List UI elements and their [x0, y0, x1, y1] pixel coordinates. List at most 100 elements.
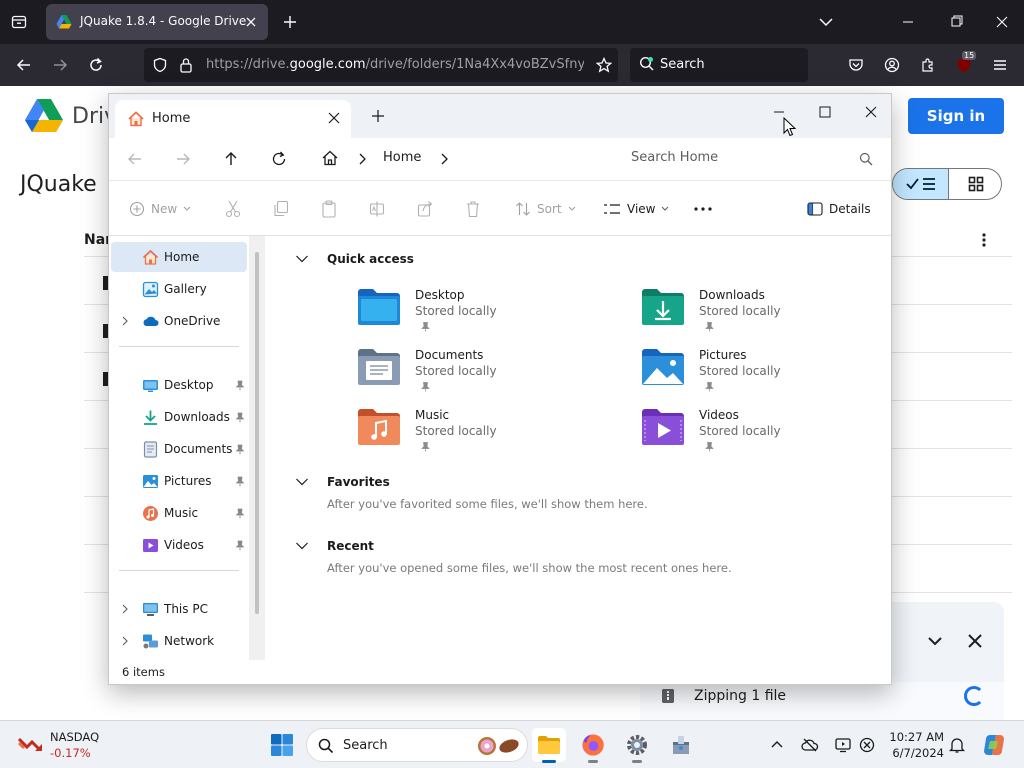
- forward-arrow-icon[interactable]: [49, 54, 71, 76]
- shield-icon[interactable]: [152, 57, 168, 73]
- home-icon[interactable]: [321, 149, 339, 167]
- chevron-right-icon[interactable]: [439, 152, 449, 166]
- clock-time[interactable]: 10:27 AM: [886, 730, 944, 744]
- chevron-right-icon[interactable]: [357, 152, 367, 166]
- taskbar-file-explorer[interactable]: [532, 728, 566, 763]
- taskbar-search-box[interactable]: Search: [306, 728, 528, 762]
- chevron-right-icon[interactable]: [121, 316, 129, 326]
- chevron-right-icon[interactable]: [121, 604, 129, 614]
- chevron-down-icon[interactable]: [816, 12, 836, 32]
- notification-bell-icon[interactable]: [948, 736, 966, 754]
- taskbar-firefox[interactable]: [576, 728, 610, 763]
- cut-icon[interactable]: [225, 200, 241, 218]
- list-view-button[interactable]: [893, 169, 948, 199]
- address-bar[interactable]: https://drive.google.com/drive/folders/1…: [144, 48, 618, 82]
- nav-item-downloads[interactable]: Downloads: [111, 402, 247, 432]
- nav-item-network[interactable]: Network: [111, 626, 247, 656]
- copilot-icon[interactable]: [982, 733, 1006, 757]
- bookmark-star-icon[interactable]: [596, 57, 612, 73]
- close-icon[interactable]: [966, 632, 984, 650]
- quick-access-item-pictures[interactable]: Pictures Stored locally: [641, 348, 891, 404]
- close-tab-icon[interactable]: [242, 13, 260, 31]
- back-arrow-icon[interactable]: [13, 54, 35, 76]
- maximize-icon[interactable]: [815, 102, 835, 122]
- nav-item-documents[interactable]: Documents: [111, 434, 247, 464]
- extensions-icon[interactable]: [917, 54, 939, 76]
- paste-icon[interactable]: [321, 200, 337, 218]
- stock-name[interactable]: NASDAQ: [50, 730, 99, 744]
- chevron-down-icon[interactable]: [926, 632, 944, 650]
- view-button[interactable]: View: [603, 200, 669, 218]
- quick-access-item-videos[interactable]: Videos Stored locally: [641, 408, 891, 464]
- clock-date[interactable]: 6/7/2024: [886, 746, 944, 760]
- recent-header[interactable]: Recent: [295, 537, 495, 557]
- chevron-down-icon[interactable]: [295, 254, 309, 264]
- pin-icon[interactable]: [235, 380, 245, 391]
- forward-arrow-icon[interactable]: [173, 149, 193, 169]
- account-icon[interactable]: [881, 54, 903, 76]
- browser-tab-active[interactable]: JQuake 1.8.4 - Google Drive: [46, 4, 268, 40]
- more-options-icon[interactable]: [693, 200, 713, 218]
- taskbar-app[interactable]: [664, 728, 698, 762]
- reload-icon[interactable]: [85, 54, 107, 76]
- lock-icon[interactable]: [179, 57, 193, 73]
- hamburger-menu-icon[interactable]: [989, 54, 1011, 76]
- sort-button[interactable]: Sort: [515, 200, 576, 218]
- nav-item-onedrive[interactable]: OneDrive: [111, 306, 247, 336]
- window-close-icon[interactable]: [990, 12, 1014, 32]
- nav-item-music[interactable]: Music: [111, 498, 247, 528]
- grid-view-button[interactable]: [948, 169, 1001, 199]
- nav-item-videos[interactable]: Videos: [111, 530, 247, 560]
- chevron-right-icon[interactable]: [121, 636, 129, 646]
- nav-item-gallery[interactable]: Gallery: [111, 274, 247, 304]
- windows-start-icon[interactable]: [270, 733, 294, 757]
- quick-access-header[interactable]: Quick access: [295, 250, 495, 270]
- quick-access-item-music[interactable]: Music Stored locally: [357, 408, 617, 464]
- tab-list-icon[interactable]: [8, 11, 30, 33]
- up-arrow-icon[interactable]: [221, 149, 241, 169]
- pin-icon[interactable]: [235, 444, 245, 455]
- quick-access-item-downloads[interactable]: Downloads Stored locally: [641, 288, 891, 344]
- explorer-search-input[interactable]: Search Home: [619, 140, 883, 178]
- stock-change[interactable]: -0.17%: [50, 746, 91, 760]
- nav-item-this-pc[interactable]: This PC: [111, 594, 247, 624]
- cloud-offline-icon[interactable]: [801, 736, 819, 754]
- nav-item-home[interactable]: Home: [111, 242, 247, 272]
- window-close-icon[interactable]: [861, 102, 881, 122]
- explorer-title-bar[interactable]: Home: [109, 94, 891, 138]
- nav-item-pictures[interactable]: Pictures: [111, 466, 247, 496]
- chevron-up-icon[interactable]: [768, 736, 786, 754]
- nav-item-desktop[interactable]: Desktop: [111, 370, 247, 400]
- refresh-icon[interactable]: [269, 149, 289, 169]
- copy-icon[interactable]: [273, 200, 289, 218]
- pin-icon[interactable]: [235, 540, 245, 551]
- pocket-icon[interactable]: [845, 54, 867, 76]
- share-icon[interactable]: [417, 200, 433, 218]
- nav-scrollbar-thumb[interactable]: [255, 252, 259, 614]
- breadcrumb-home[interactable]: Home: [383, 150, 421, 165]
- browser-search-box[interactable]: Search: [630, 48, 808, 82]
- ublock-extension-icon[interactable]: 15: [953, 51, 977, 76]
- taskbar-settings[interactable]: [620, 728, 654, 763]
- network-status-icon[interactable]: [858, 736, 876, 754]
- breadcrumb[interactable]: Home: [313, 138, 609, 180]
- details-pane-button[interactable]: Details: [807, 200, 871, 218]
- back-arrow-icon[interactable]: [125, 149, 145, 169]
- sign-in-button[interactable]: Sign in: [908, 98, 1004, 134]
- explorer-tab-home[interactable]: Home: [115, 100, 351, 138]
- new-tab-button[interactable]: [280, 12, 300, 32]
- restore-icon[interactable]: [944, 12, 968, 32]
- device-icon[interactable]: [834, 736, 852, 754]
- close-tab-icon[interactable]: [327, 111, 341, 125]
- chevron-down-icon[interactable]: [295, 541, 309, 551]
- new-tab-icon[interactable]: [371, 109, 385, 123]
- minimize-icon[interactable]: [896, 12, 920, 32]
- more-vert-icon[interactable]: [976, 232, 992, 248]
- stock-down-icon[interactable]: [18, 733, 44, 755]
- new-button[interactable]: New: [129, 200, 191, 218]
- rename-icon[interactable]: [369, 200, 385, 218]
- pin-icon[interactable]: [235, 508, 245, 519]
- favorites-header[interactable]: Favorites: [295, 473, 495, 493]
- quick-access-item-desktop[interactable]: Desktop Stored locally: [357, 288, 617, 344]
- delete-icon[interactable]: [465, 200, 481, 218]
